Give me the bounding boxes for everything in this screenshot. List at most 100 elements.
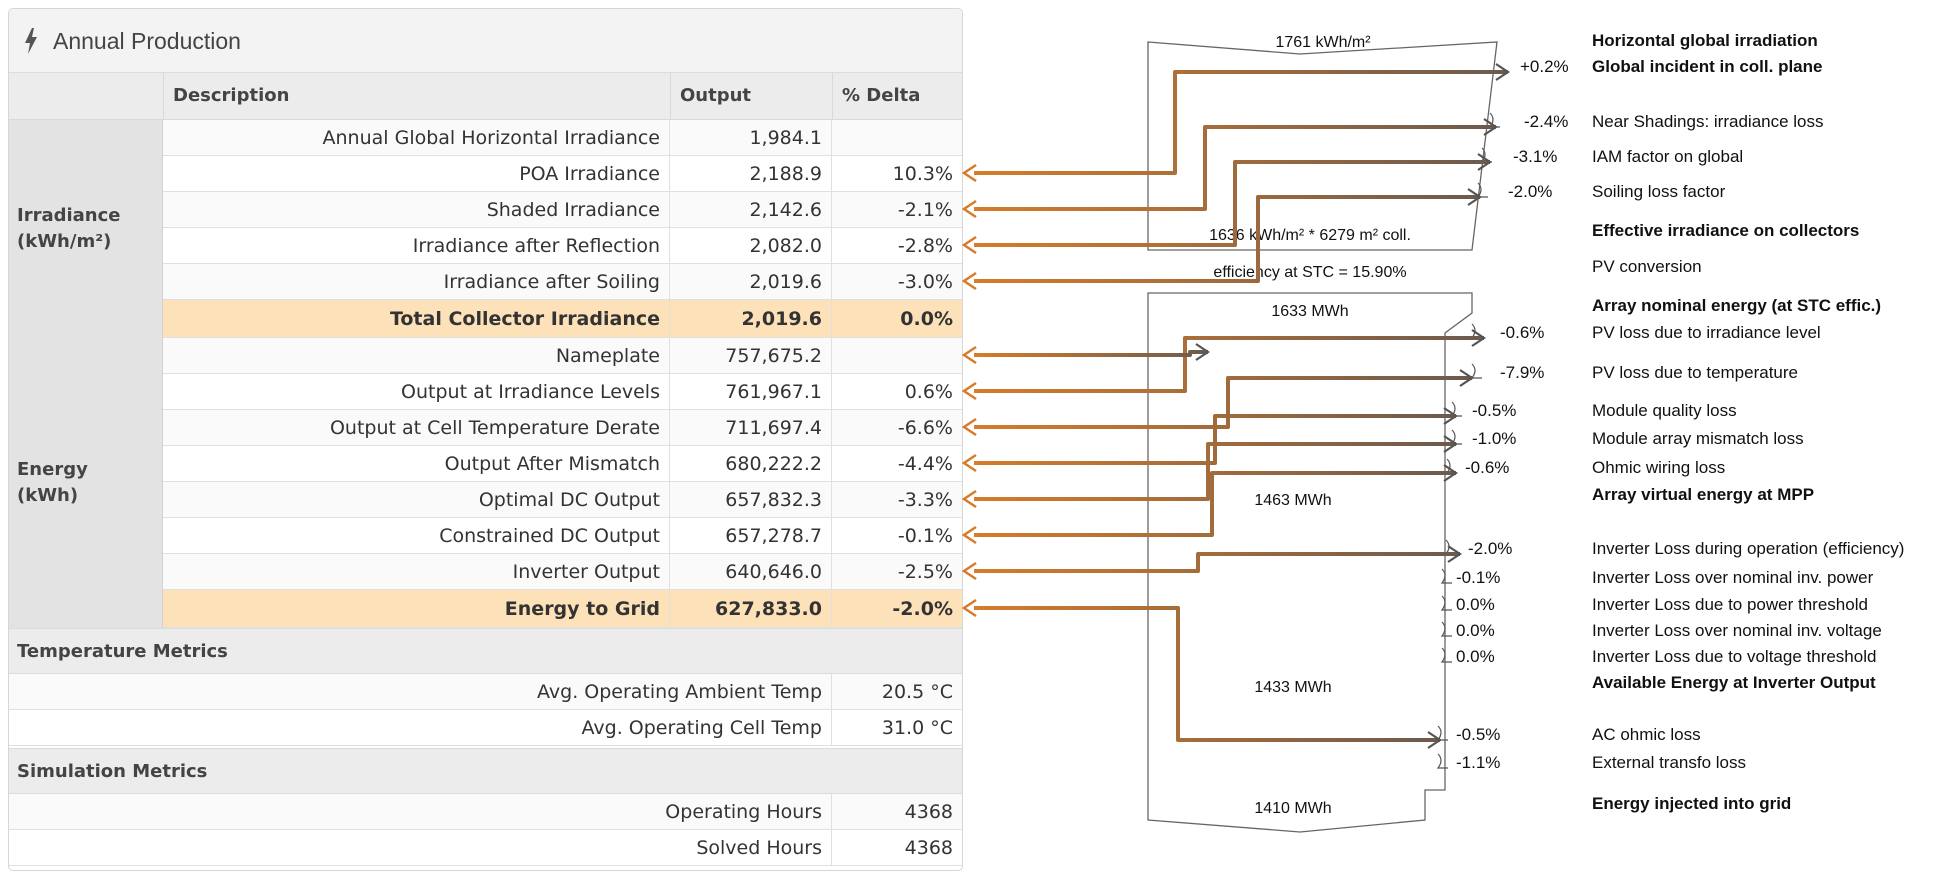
row-output: 711,697.4 [670, 410, 832, 446]
description-column-header: Description [163, 73, 670, 119]
left-arrow-icon [961, 199, 977, 219]
right-arrow-icon [1443, 407, 1458, 425]
simulation-metrics-section-header: Simulation Metrics [9, 748, 962, 794]
energy-box [1147, 292, 1473, 833]
row-delta: -2.5% [897, 561, 953, 583]
loss-step-label: PV loss due to temperature [1592, 363, 1798, 382]
row-delta [832, 338, 962, 374]
table-total-row: Energy to Grid 627,833.0 -2.0% [163, 590, 962, 628]
loss-hook [1480, 147, 1492, 163]
table-row: POA Irradiance 2,188.9 10.3% [163, 156, 962, 192]
left-arrow-icon [961, 453, 977, 473]
row-description: Output at Irradiance Levels [163, 374, 670, 410]
metric-row: Avg. Operating Cell Temp 31.0 °C [9, 710, 962, 746]
loss-step-label: Inverter Loss due to power threshold [1592, 595, 1868, 614]
loss-step-label: PV loss due to irradiance level [1592, 323, 1821, 342]
loss-step-percent: 0.0% [1456, 595, 1495, 614]
row-output: 2,082.0 [670, 228, 832, 264]
table-row: Inverter Output 640,646.0 -2.5% [163, 554, 962, 590]
row-delta: -2.8% [897, 235, 953, 257]
row-output: 2,019.6 [670, 300, 832, 338]
left-arrow-icon [961, 345, 977, 365]
row-description: Irradiance after Reflection [163, 228, 670, 264]
category-label: Energy (kWh) [17, 459, 88, 506]
left-arrow-icon [961, 271, 977, 291]
loss-hook [1440, 595, 1452, 611]
loss-step-label: Ohmic wiring loss [1592, 458, 1725, 477]
metric-label: Solved Hours [9, 830, 832, 866]
loss-hook [1450, 401, 1462, 417]
connector-line [974, 606, 1440, 742]
left-arrow-icon [961, 561, 977, 581]
connector-line [974, 125, 1496, 211]
loss-step-label: Array virtual energy at MPP [1592, 485, 1814, 504]
temperature-metrics-section-header: Temperature Metrics [9, 628, 962, 674]
row-delta: -0.1% [897, 525, 953, 547]
loss-step-label: Available Energy at Inverter Output [1592, 673, 1876, 692]
loss-step-label: External transfo loss [1592, 753, 1746, 772]
loss-step-percent: -2.4% [1524, 112, 1568, 131]
loss-step-percent: -0.6% [1465, 458, 1509, 477]
loss-hook [1444, 539, 1456, 555]
connector-line [974, 350, 1208, 357]
loss-step-label: Inverter Loss due to voltage threshold [1592, 647, 1876, 666]
row-output: 680,222.2 [670, 446, 832, 482]
row-description: POA Irradiance [163, 156, 670, 192]
loss-hook [1436, 753, 1448, 769]
loss-step-percent: -0.1% [1456, 568, 1500, 587]
row-description: Annual Global Horizontal Irradiance [163, 120, 670, 156]
loss-step-percent: -2.0% [1468, 539, 1512, 558]
connector-line [974, 160, 1490, 247]
loss-step-label: Near Shadings: irradiance loss [1592, 112, 1824, 131]
loss-hook [1440, 568, 1452, 584]
metric-value: 31.0 °C [881, 717, 953, 739]
loss-step-percent: -0.5% [1456, 725, 1500, 744]
loss-step-percent: -0.5% [1472, 401, 1516, 420]
table-total-row: Total Collector Irradiance 2,019.6 0.0% [163, 300, 962, 338]
right-arrow-icon [1443, 435, 1458, 453]
left-arrow-icon [961, 381, 977, 401]
connector-line [974, 442, 1456, 501]
table-row: Optimal DC Output 657,832.3 -3.3% [163, 482, 962, 518]
loss-step-percent: -1.0% [1472, 429, 1516, 448]
loss-step-label: Effective irradiance on collectors [1592, 221, 1859, 240]
loss-step-percent: -1.1% [1456, 753, 1500, 772]
category-column-header [9, 73, 163, 119]
left-arrow-icon [961, 525, 977, 545]
row-description: Output at Cell Temperature Derate [163, 410, 670, 446]
loss-step-label: Array nominal energy (at STC effic.) [1592, 296, 1881, 315]
table-header-row: Description Output % Delta [9, 73, 962, 120]
left-arrow-icon [961, 489, 977, 509]
right-arrow-icon [1471, 329, 1486, 347]
mpp-energy-value: 1463 MWh [1254, 492, 1331, 509]
left-arrow-icon [961, 598, 977, 618]
output-column-header: Output [670, 73, 832, 119]
loss-step-percent: 0.0% [1456, 621, 1495, 640]
table-row: Shaded Irradiance 2,142.6 -2.1% [163, 192, 962, 228]
row-delta: -3.0% [897, 271, 953, 293]
loss-step-label: Global incident in coll. plane [1592, 57, 1822, 76]
loss-hook [1470, 323, 1482, 339]
right-arrow-icon [1495, 63, 1510, 81]
row-description: Inverter Output [163, 554, 670, 590]
row-output: 2,019.6 [670, 264, 832, 300]
loss-hook [1476, 182, 1488, 198]
collector-value: 1636 kWh/m² * 6279 m² coll. [1209, 227, 1411, 244]
right-arrow-icon [1467, 188, 1482, 206]
loss-step-label: Horizontal global irradiation [1592, 31, 1818, 50]
row-delta: -6.6% [897, 417, 953, 439]
connector-line [974, 70, 1508, 175]
panel-title: Annual Production [53, 28, 241, 54]
metric-label: Avg. Operating Ambient Temp [9, 674, 832, 710]
loss-hook [1445, 458, 1457, 474]
loss-step-percent: -3.1% [1513, 147, 1557, 166]
loss-hook [1470, 363, 1482, 379]
row-description: Shaded Irradiance [163, 192, 670, 228]
loss-step-label: Inverter Loss over nominal inv. voltage [1592, 621, 1882, 640]
inverter-energy-value: 1433 MWh [1254, 679, 1331, 696]
loss-step-label: Soiling loss factor [1592, 182, 1726, 201]
row-description: Irradiance after Soiling [163, 264, 670, 300]
right-arrow-icon [1195, 343, 1210, 361]
row-delta: 0.6% [904, 381, 953, 403]
row-output: 2,188.9 [670, 156, 832, 192]
